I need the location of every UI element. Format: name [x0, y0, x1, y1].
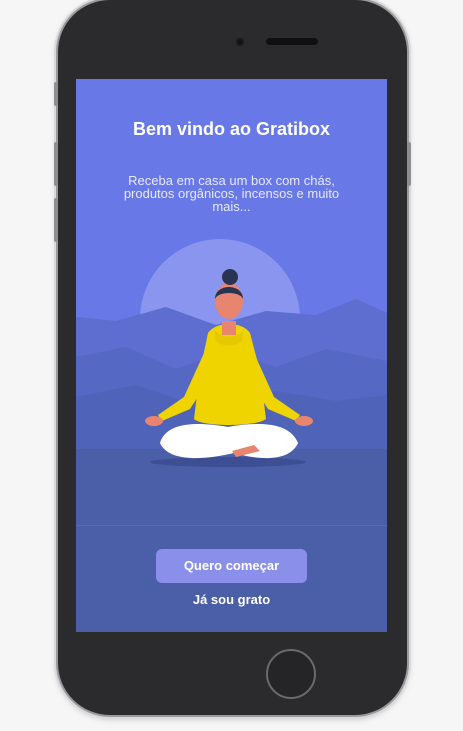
app-screen: Bem vindo ao Gratibox Receba em casa um … — [76, 79, 387, 632]
figure-hair-bun — [222, 269, 238, 285]
figure-legs — [160, 424, 298, 459]
meditation-illustration — [76, 239, 387, 529]
home-button[interactable] — [266, 649, 316, 699]
figure-neck — [222, 321, 236, 335]
phone-side-button — [54, 82, 58, 106]
camera-icon — [236, 38, 244, 46]
figure-left-hand — [145, 416, 163, 426]
start-button[interactable]: Quero começar — [156, 549, 307, 583]
section-divider — [76, 525, 387, 526]
figure-shadow — [150, 457, 306, 467]
page-title: Bem vindo ao Gratibox — [132, 119, 331, 139]
speaker-grille — [266, 38, 318, 45]
phone-volume-down-button — [54, 198, 58, 242]
phone-power-button — [407, 142, 411, 186]
figure-right-hand — [295, 416, 313, 426]
page-subtitle: Receba em casa um box com chás, produtos… — [123, 173, 340, 214]
device-frame-stage: Bem vindo ao Gratibox Receba em casa um … — [0, 0, 463, 731]
login-link[interactable]: Já sou grato — [76, 592, 387, 607]
phone-volume-up-button — [54, 142, 58, 186]
